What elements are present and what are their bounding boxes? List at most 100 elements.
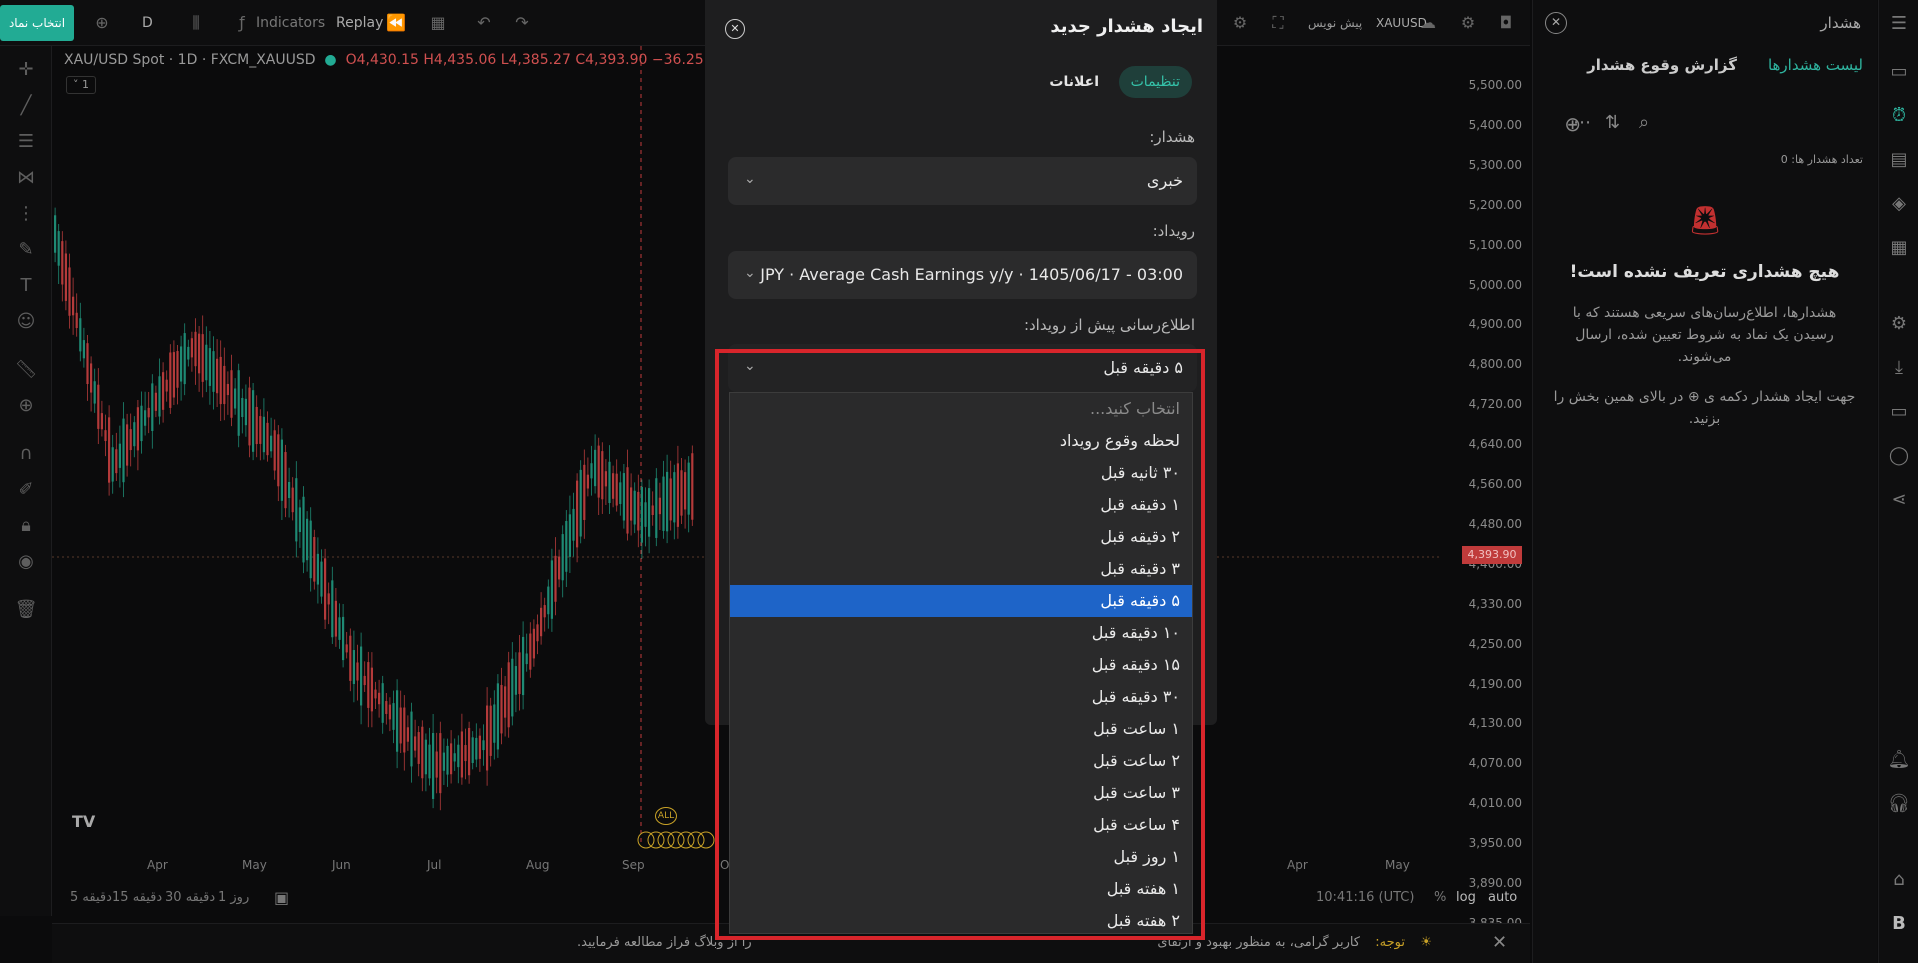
brush-icon[interactable]: ✎ bbox=[14, 238, 38, 262]
lock-icon[interactable]: 🔒︎ bbox=[14, 514, 38, 538]
price-tick: 5,400.00 bbox=[1468, 117, 1522, 132]
dropdown-option[interactable]: ۲ هفته قبل bbox=[730, 905, 1192, 933]
range-15m[interactable]: 15 دقیقه bbox=[112, 890, 162, 905]
dropdown-option[interactable]: ۳۰ ثانیه قبل bbox=[730, 457, 1192, 489]
bell-icon[interactable]: 🔔︎ bbox=[1887, 748, 1911, 772]
event-markers-row[interactable] bbox=[636, 830, 736, 850]
percent-scale-toggle[interactable]: % bbox=[1434, 890, 1446, 905]
trend-line-icon[interactable]: ╱ bbox=[14, 94, 38, 118]
emoji-icon[interactable]: ☺ bbox=[14, 310, 38, 334]
dropdown-option[interactable]: ۱ هفته قبل bbox=[730, 873, 1192, 905]
layout-grid-icon[interactable]: ▦ bbox=[428, 13, 448, 33]
gear-icon[interactable]: ⚙ bbox=[1887, 312, 1911, 336]
utc-clock[interactable]: 10:41:16 (UTC) bbox=[1316, 890, 1414, 905]
dropdown-option[interactable]: ۱ ساعت قبل bbox=[730, 713, 1192, 745]
pattern-icon[interactable]: ⋈ bbox=[14, 166, 38, 190]
more-options-icon[interactable]: ⋯ bbox=[1573, 112, 1591, 133]
replay-button[interactable]: Replay bbox=[336, 0, 383, 46]
fullscreen-icon[interactable]: ⛶ bbox=[1268, 13, 1288, 33]
headset-icon[interactable]: 🎧︎ bbox=[1887, 792, 1911, 816]
dropdown-option[interactable]: ۴ ساعت قبل bbox=[730, 809, 1192, 841]
candle-style-icon[interactable]: ⫼ bbox=[186, 13, 206, 33]
notify-before-label: اطلاع‌رسانی پیش از رویداد: bbox=[1023, 316, 1195, 334]
watchlist-icon[interactable]: ▭ bbox=[1887, 60, 1911, 84]
dropdown-option[interactable]: ۱۰ دقیقه قبل bbox=[730, 617, 1192, 649]
ruler-icon[interactable]: 📏︎ bbox=[14, 358, 38, 382]
dropdown-option[interactable]: لحظه وقوع رویداد bbox=[730, 425, 1192, 457]
menu-icon[interactable]: ☰ bbox=[1887, 12, 1911, 36]
gear-icon[interactable]: ⚙ bbox=[1458, 13, 1478, 33]
crosshair-icon[interactable]: ✛ bbox=[14, 58, 38, 82]
eye-icon[interactable]: ◉ bbox=[14, 550, 38, 574]
indicators-icon[interactable]: ƒ bbox=[232, 13, 252, 33]
dropdown-option[interactable]: ۲ ساعت قبل bbox=[730, 745, 1192, 777]
magnet-icon[interactable]: ∩ bbox=[14, 442, 38, 466]
chevron-down-icon: ⌄ bbox=[744, 265, 756, 281]
event-label: رویداد: bbox=[1152, 222, 1195, 240]
redo-icon[interactable]: ↷ bbox=[512, 13, 532, 33]
event-marker-all[interactable]: ALL bbox=[655, 807, 677, 825]
share-icon[interactable]: ⋖ bbox=[1887, 488, 1911, 512]
interval-button[interactable]: D bbox=[142, 0, 153, 46]
sort-icon[interactable]: ⇅ bbox=[1605, 112, 1620, 133]
notify-before-select[interactable]: ۵ دقیقه قبل ⌄ bbox=[728, 344, 1197, 392]
log-scale-toggle[interactable]: log bbox=[1456, 890, 1476, 905]
measure-icon[interactable]: ⋮ bbox=[14, 202, 38, 226]
dropdown-option[interactable]: ۳ ساعت قبل bbox=[730, 777, 1192, 809]
tab-alert-report[interactable]: گزارش وقوع هشدار bbox=[1587, 56, 1737, 74]
home-icon[interactable]: ⌂ bbox=[1887, 868, 1911, 892]
undo-icon[interactable]: ↶ bbox=[474, 13, 494, 33]
event-select[interactable]: JPY · Average Cash Earnings y/y · 1405/0… bbox=[728, 251, 1197, 299]
notify-before-value: ۵ دقیقه قبل bbox=[1103, 358, 1183, 377]
camera-icon[interactable]: ◘ bbox=[1496, 13, 1516, 33]
dropdown-option[interactable]: ۲ دقیقه قبل bbox=[730, 521, 1192, 553]
lock-drawing-icon[interactable]: ✐ bbox=[14, 478, 38, 502]
panel-close-icon[interactable]: ✕ bbox=[1545, 12, 1567, 34]
tab-settings[interactable]: تنظیمات bbox=[1118, 66, 1192, 98]
notice-text: کاربر گرامی، به منظور بهبود و ارتقای bbox=[1157, 935, 1360, 950]
text-tool-icon[interactable]: T bbox=[14, 274, 38, 298]
settings-gear-icon[interactable]: ⚙ bbox=[1230, 13, 1250, 33]
dropdown-option[interactable]: ۳ دقیقه قبل bbox=[730, 553, 1192, 585]
zoom-in-icon[interactable]: ⊕ bbox=[14, 394, 38, 418]
add-symbol-icon[interactable]: ⊕ bbox=[92, 13, 112, 33]
range-5m[interactable]: 5 دقیقه bbox=[70, 890, 112, 905]
indicators-button[interactable]: Indicators bbox=[256, 0, 325, 46]
dropdown-option[interactable]: ۱ دقیقه قبل bbox=[730, 489, 1192, 521]
auto-scale-toggle[interactable]: auto bbox=[1488, 890, 1517, 905]
tab-notifications[interactable]: اعلانات bbox=[1049, 66, 1099, 98]
trash-icon[interactable]: 🗑︎ bbox=[14, 598, 38, 622]
calendar-icon[interactable]: ▣ bbox=[274, 888, 289, 907]
dropdown-option[interactable]: ۱ روز قبل bbox=[730, 841, 1192, 873]
rewind-icon[interactable]: ⏪ bbox=[386, 13, 406, 33]
modal-close-icon[interactable]: ✕ bbox=[725, 19, 745, 39]
tradingview-logo-icon: TV bbox=[72, 812, 96, 831]
alert-type-select[interactable]: خبری ⌄ bbox=[728, 157, 1197, 205]
price-tick: 4,900.00 bbox=[1468, 317, 1522, 332]
horizontal-lines-icon[interactable]: ☰ bbox=[14, 130, 38, 154]
range-1d[interactable]: 1 روز bbox=[218, 890, 249, 905]
calendar-list-icon[interactable]: ▦ bbox=[1887, 236, 1911, 260]
price-tick: 3,950.00 bbox=[1468, 836, 1522, 851]
layers-icon[interactable]: ◈ bbox=[1887, 192, 1911, 216]
cloud-icon[interactable]: ☁ bbox=[1418, 13, 1438, 33]
notify-before-dropdown[interactable]: انتخاب کنید... لحظه وقوع رویداد ۳۰ ثانیه … bbox=[729, 392, 1193, 934]
notice-close-icon[interactable]: ✕ bbox=[1492, 932, 1507, 953]
modal-title: ایجاد هشدار جدید bbox=[1050, 16, 1203, 37]
search-icon[interactable]: ⌕ bbox=[1639, 112, 1649, 133]
dropdown-option[interactable]: ۱۵ دقیقه قبل bbox=[730, 649, 1192, 681]
broker-b-icon[interactable]: B bbox=[1887, 912, 1911, 936]
dropdown-option[interactable]: ۳۰ دقیقه قبل bbox=[730, 681, 1192, 713]
price-tick: 4,800.00 bbox=[1468, 357, 1522, 372]
tab-alert-list[interactable]: لیست هشدارها bbox=[1768, 56, 1863, 74]
price-axis[interactable]: 5,500.00 5,400.00 5,300.00 5,200.00 5,100.00… bbox=[1440, 46, 1530, 930]
alarm-clock-icon[interactable]: ⏰︎ bbox=[1887, 104, 1911, 128]
user-icon[interactable]: ◯ bbox=[1887, 444, 1911, 468]
range-30m[interactable]: 30 دقیقه bbox=[165, 890, 215, 905]
collapse-legend-button[interactable]: ˅ 1 bbox=[66, 76, 96, 94]
card-icon[interactable]: ▭ bbox=[1887, 400, 1911, 424]
dropdown-option[interactable]: ۵ دقیقه قبل bbox=[730, 585, 1192, 617]
news-icon[interactable]: ▤ bbox=[1887, 148, 1911, 172]
download-icon[interactable]: ⤓ bbox=[1887, 356, 1911, 380]
symbol-select-button[interactable]: انتخاب نماد bbox=[0, 5, 74, 41]
